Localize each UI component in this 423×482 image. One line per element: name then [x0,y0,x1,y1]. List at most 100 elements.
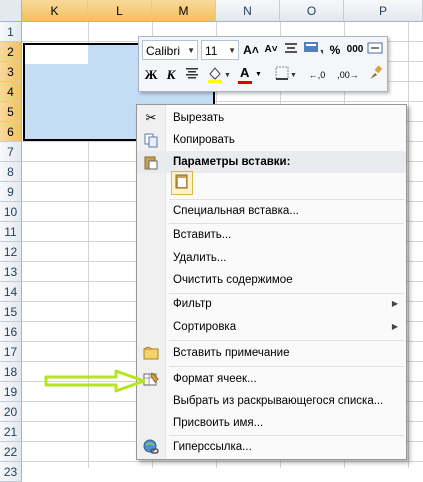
hyperlink-globe-icon [143,439,159,455]
row-header-14[interactable]: 14 [0,282,22,302]
active-cell[interactable] [25,45,88,64]
svg-text:▼: ▼ [224,72,231,79]
percent-style-button[interactable]: % [326,40,344,60]
menu-separator [169,340,404,341]
font-size-value: 11 [205,44,218,58]
font-size-combo[interactable]: 11 ▼ [201,40,239,60]
column-header-o[interactable]: O [280,0,344,22]
menu-item-paste-special[interactable]: Специальная вставка... [137,200,406,222]
row-header-12[interactable]: 12 [0,242,22,262]
grow-font-button[interactable]: A˄ [242,40,260,60]
copy-icon [143,132,159,148]
menu-item-clear-contents[interactable]: Очистить содержимое [137,269,406,291]
row-header-15[interactable]: 15 [0,302,22,322]
menu-item-format-cells[interactable]: Формат ячеек... [137,368,406,390]
menu-item-label: Выбрать из раскрывающегося списка... [173,395,384,407]
menu-header-paste-options: Параметры вставки: [137,151,406,173]
decrease-decimal-button[interactable]: ,00→ [333,65,363,85]
number-format-icon[interactable]: ▼ [302,40,326,60]
row-header-20[interactable]: 20 [0,402,22,422]
row-header-21[interactable]: 21 [0,422,22,442]
row-header-18[interactable]: 18 [0,362,22,382]
menu-item-label: Формат ячеек... [173,373,257,385]
menu-item-filter[interactable]: Фильтр ▶ [137,293,406,315]
menu-item-label: Специальная вставка... [173,205,299,217]
row-header-17[interactable]: 17 [0,342,22,362]
svg-text:▼: ▼ [290,72,297,79]
column-header-m[interactable]: M [152,0,216,22]
annotation-arrow-icon [44,369,146,393]
paste-icon [143,154,159,170]
submenu-arrow-icon: ▶ [391,322,398,331]
row-header-5[interactable]: 5 [0,102,22,122]
menu-item-cut[interactable]: ✂ Вырезать [137,107,406,129]
align-center-icon[interactable] [182,65,202,85]
menu-item-label: Сортировка [173,321,237,333]
chevron-down-icon: ▼ [228,46,236,55]
paste-option-button[interactable] [171,171,193,195]
bold-button[interactable]: Ж [142,65,160,85]
comment-icon [143,345,159,361]
row-header-19[interactable]: 19 [0,382,22,402]
menu-item-label: Присвоить имя... [173,417,264,429]
menu-item-pick-from-list[interactable]: Выбрать из раскрывающегося списка... [137,390,406,412]
row-header-9[interactable]: 9 [0,182,22,202]
mini-toolbar: Calibri ▼ 11 ▼ A˄ A˅ ▼ % 000 Ж К ▼ A ▼ ▼… [138,36,388,92]
shrink-font-button[interactable]: A˅ [262,40,280,60]
chevron-down-icon: ▼ [187,46,195,55]
context-menu: ✂ Вырезать Копировать Параметры вставки:… [136,104,407,460]
menu-item-insert-comment[interactable]: Вставить примечание [137,342,406,364]
menu-item-copy[interactable]: Копировать [137,129,406,151]
row-header-3[interactable]: 3 [0,62,22,82]
row-header-8[interactable]: 8 [0,162,22,182]
font-name-value: Calibri [146,44,181,58]
menu-item-insert[interactable]: Вставить... [137,224,406,246]
row-header-22[interactable]: 22 [0,442,22,462]
row-header-1[interactable]: 1 [0,22,22,42]
menu-item-sort[interactable]: Сортировка ▶ [137,316,406,338]
menu-item-label: Очистить содержимое [173,274,293,286]
column-header-l[interactable]: L [88,0,152,22]
format-painter-icon[interactable] [282,40,300,60]
font-color-swatch [238,81,252,84]
borders-icon[interactable]: ▼ [273,65,299,85]
merge-center-icon[interactable] [366,40,384,60]
menu-item-label: Вырезать [173,112,225,124]
select-all-corner[interactable] [0,0,22,22]
row-header-11[interactable]: 11 [0,222,22,242]
column-header-n[interactable]: N [216,0,280,22]
row-header-10[interactable]: 10 [0,202,22,222]
menu-item-define-name[interactable]: Присвоить имя... [137,412,406,434]
row-header-6[interactable]: 6 [0,122,22,142]
menu-item-label: Копировать [173,134,235,146]
svg-text:▼: ▼ [319,49,323,56]
column-header-k[interactable]: K [22,0,88,22]
font-color-button[interactable]: A ▼ [237,65,265,85]
row-header-4[interactable]: 4 [0,82,22,102]
grid-line [22,461,423,462]
row-header-23[interactable]: 23 [0,462,22,482]
chevron-down-icon: ▼ [255,71,262,78]
increase-decimal-button[interactable]: ←,0 [303,65,331,85]
menu-item-label: Фильтр [173,298,212,310]
font-color-letter: A [240,65,250,80]
format-brush-icon[interactable] [366,65,384,85]
row-header-16[interactable]: 16 [0,322,22,342]
menu-separator [169,366,404,367]
scissors-icon: ✂ [145,110,157,125]
italic-button[interactable]: К [162,65,180,85]
font-name-combo[interactable]: Calibri ▼ [142,40,198,60]
menu-item-label: Вставить... [173,229,232,241]
row-header-13[interactable]: 13 [0,262,22,282]
column-header-p[interactable]: P [344,0,423,22]
menu-item-label: Вставить примечание [173,347,290,359]
menu-item-label: Удалить... [173,252,227,264]
row-header-7[interactable]: 7 [0,142,22,162]
menu-item-delete[interactable]: Удалить... [137,247,406,269]
fill-color-icon[interactable]: ▼ [205,65,233,85]
submenu-arrow-icon: ▶ [391,299,398,308]
menu-item-hyperlink[interactable]: Гиперссылка... [137,436,406,458]
row-header-2[interactable]: 2 [0,42,22,62]
menu-header-label: Параметры вставки: [173,156,291,168]
comma-style-button[interactable]: 000 [345,40,365,60]
